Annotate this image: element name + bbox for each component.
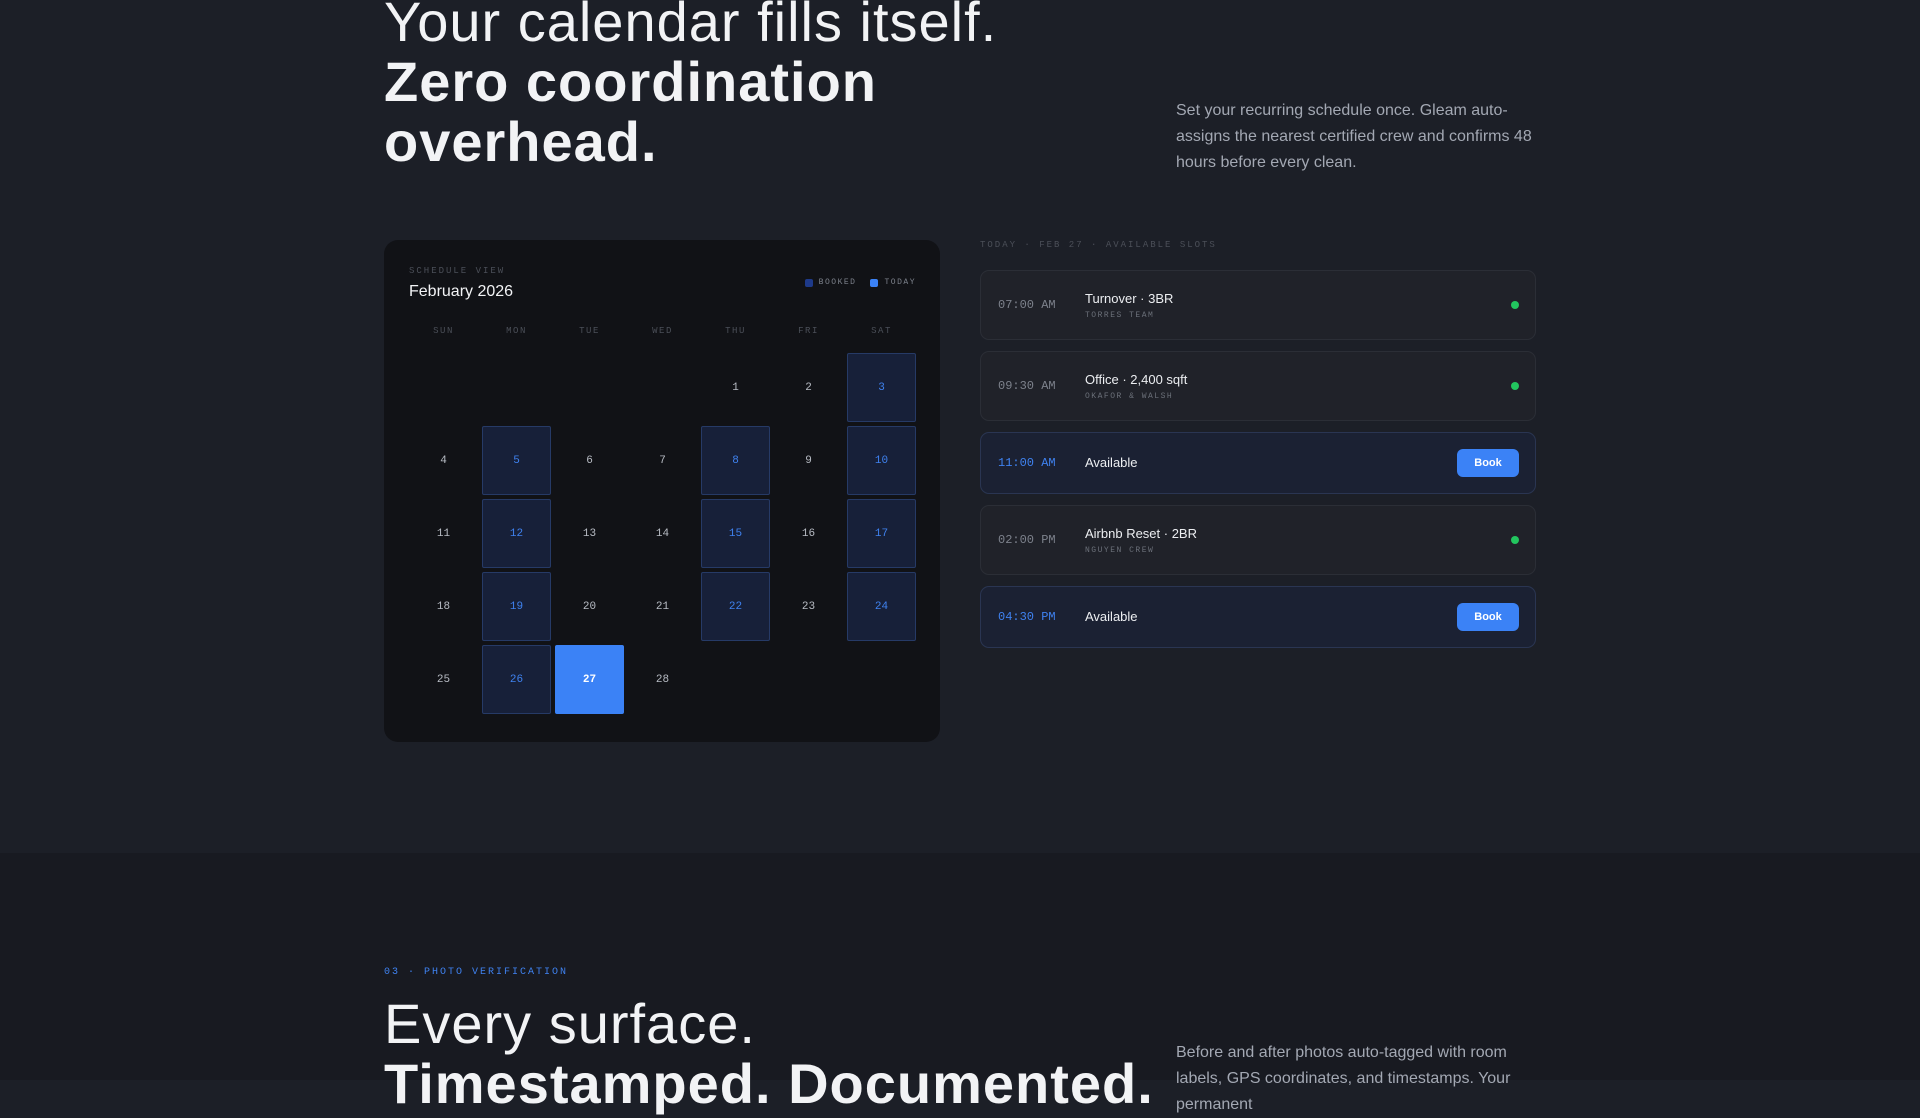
slot-info: Available: [1085, 609, 1138, 625]
calendar-day-9[interactable]: 9: [774, 426, 843, 495]
legend-booked-swatch: [804, 278, 813, 287]
slot-crew: TORRES TEAM: [1085, 310, 1155, 320]
calendar-day-17[interactable]: 17: [847, 499, 916, 568]
weekday-wed: WED: [652, 326, 673, 336]
section-eyebrow: 03 · PHOTO VERIFICATION: [384, 967, 569, 978]
slot-available: 04:30 PM Available Book: [980, 586, 1536, 648]
weekday-fri: FRI: [798, 326, 819, 336]
slot-title: Office · 2,400 sqft: [1085, 371, 1188, 387]
slot-time: 04:30 PM: [998, 610, 1056, 624]
calendar-day-11[interactable]: 11: [409, 499, 478, 568]
legend-today-label: TODAY: [884, 278, 916, 287]
slot-info: Turnover · 3BR TORRES TEAM: [1085, 291, 1173, 320]
slot-available: 11:00 AM Available Book: [980, 432, 1536, 494]
weekday-thu: THU: [725, 326, 746, 336]
slot-crew: OKAFOR & WALSH: [1085, 391, 1174, 401]
book-button[interactable]: Book: [1457, 449, 1519, 477]
calendar-day-1[interactable]: 1: [701, 353, 770, 422]
slot-title: Available: [1085, 455, 1138, 470]
calendar-day-27[interactable]: 27: [555, 645, 624, 714]
calendar-day-8[interactable]: 8: [701, 426, 770, 495]
weekday-header: SUN MON TUE WED THU FRI SAT: [409, 326, 915, 336]
slot-booked: 09:30 AM Office · 2,400 sqft OKAFOR & WALS…: [980, 351, 1536, 421]
hero-headline-bold: Zero coordination overhead.: [384, 50, 877, 173]
calendar-card: SCHEDULE VIEW February 2026 BOOKED TODAY…: [384, 240, 940, 742]
calendar-day-14[interactable]: 14: [628, 499, 697, 568]
calendar-day-4[interactable]: 4: [409, 426, 478, 495]
calendar-month-title: February 2026: [409, 283, 514, 300]
calendar-day-26[interactable]: 26: [482, 645, 551, 714]
calendar-day-15[interactable]: 15: [701, 499, 770, 568]
calendar-day-3[interactable]: 3: [847, 353, 916, 422]
calendar-eyebrow: SCHEDULE VIEW: [409, 266, 506, 276]
legend-booked-label: BOOKED: [818, 278, 857, 287]
slot-time: 09:30 AM: [998, 379, 1056, 393]
calendar-day-19[interactable]: 19: [482, 572, 551, 641]
section-headline-light: Every surface.: [384, 992, 756, 1055]
hero-description: Set your recurring schedule once. Gleam …: [1176, 102, 1532, 171]
legend-booked: BOOKED: [804, 278, 857, 287]
slot-crew: NGUYEN CREW: [1085, 545, 1155, 555]
calendar-day-23[interactable]: 23: [774, 572, 843, 641]
slot-info: Available: [1085, 455, 1138, 471]
calendar-day-28[interactable]: 28: [628, 645, 697, 714]
hero-headline-light: Your calendar fills itself.: [384, 0, 998, 53]
status-dot-icon: [1511, 382, 1519, 390]
calendar-day-10[interactable]: 10: [847, 426, 916, 495]
section-headline-bold: Timestamped. Documented.: [384, 1052, 1154, 1115]
calendar-day-13[interactable]: 13: [555, 499, 624, 568]
slot-info: Office · 2,400 sqft OKAFOR & WALSH: [1085, 372, 1187, 401]
calendar-day-18[interactable]: 18: [409, 572, 478, 641]
status-dot-icon: [1511, 301, 1519, 309]
calendar-day-5[interactable]: 5: [482, 426, 551, 495]
calendar-day-24[interactable]: 24: [847, 572, 916, 641]
slot-booked: 07:00 AM Turnover · 3BR TORRES TEAM: [980, 270, 1536, 340]
weekday-sat: SAT: [871, 326, 892, 336]
slot-title: Airbnb Reset · 2BR: [1085, 525, 1197, 541]
calendar-day-6[interactable]: 6: [555, 426, 624, 495]
calendar-day-20[interactable]: 20: [555, 572, 624, 641]
calendar-day-2[interactable]: 2: [774, 353, 843, 422]
slot-info: Airbnb Reset · 2BR NGUYEN CREW: [1085, 526, 1197, 555]
slots-eyebrow: TODAY · FEB 27 · AVAILABLE SLOTS: [980, 240, 1217, 250]
section-description: Before and after photos auto-tagged with…: [1176, 1044, 1511, 1113]
calendar-legend: BOOKED TODAY: [804, 278, 916, 287]
slot-time: 11:00 AM: [998, 456, 1056, 470]
calendar-day-25[interactable]: 25: [409, 645, 478, 714]
status-dot-icon: [1511, 536, 1519, 544]
legend-today: TODAY: [870, 278, 916, 287]
weekday-sun: SUN: [433, 326, 454, 336]
calendar-day-12[interactable]: 12: [482, 499, 551, 568]
slot-time: 02:00 PM: [998, 533, 1056, 547]
hero-headline: Your calendar fills itself. Zero coordin…: [384, 0, 1144, 172]
calendar-day-7[interactable]: 7: [628, 426, 697, 495]
section-headline: Every surface. Timestamped. Documented.: [384, 994, 1164, 1114]
calendar-grid: 1 2 3 4 5 6 7 8 9 10 11 12 13 14 15 16 17 18 19 20 21 22 23 24 2…: [409, 353, 916, 714]
weekday-mon: MON: [506, 326, 527, 336]
calendar-day-21[interactable]: 21: [628, 572, 697, 641]
slot-time: 07:00 AM: [998, 298, 1056, 312]
weekday-tue: TUE: [579, 326, 600, 336]
book-button[interactable]: Book: [1457, 603, 1519, 631]
slot-booked: 02:00 PM Airbnb Reset · 2BR NGUYEN CREW: [980, 505, 1536, 575]
slot-title: Turnover · 3BR: [1085, 290, 1174, 306]
slot-title: Available: [1085, 609, 1138, 624]
calendar-day-22[interactable]: 22: [701, 572, 770, 641]
legend-today-swatch: [870, 278, 879, 287]
calendar-day-16[interactable]: 16: [774, 499, 843, 568]
